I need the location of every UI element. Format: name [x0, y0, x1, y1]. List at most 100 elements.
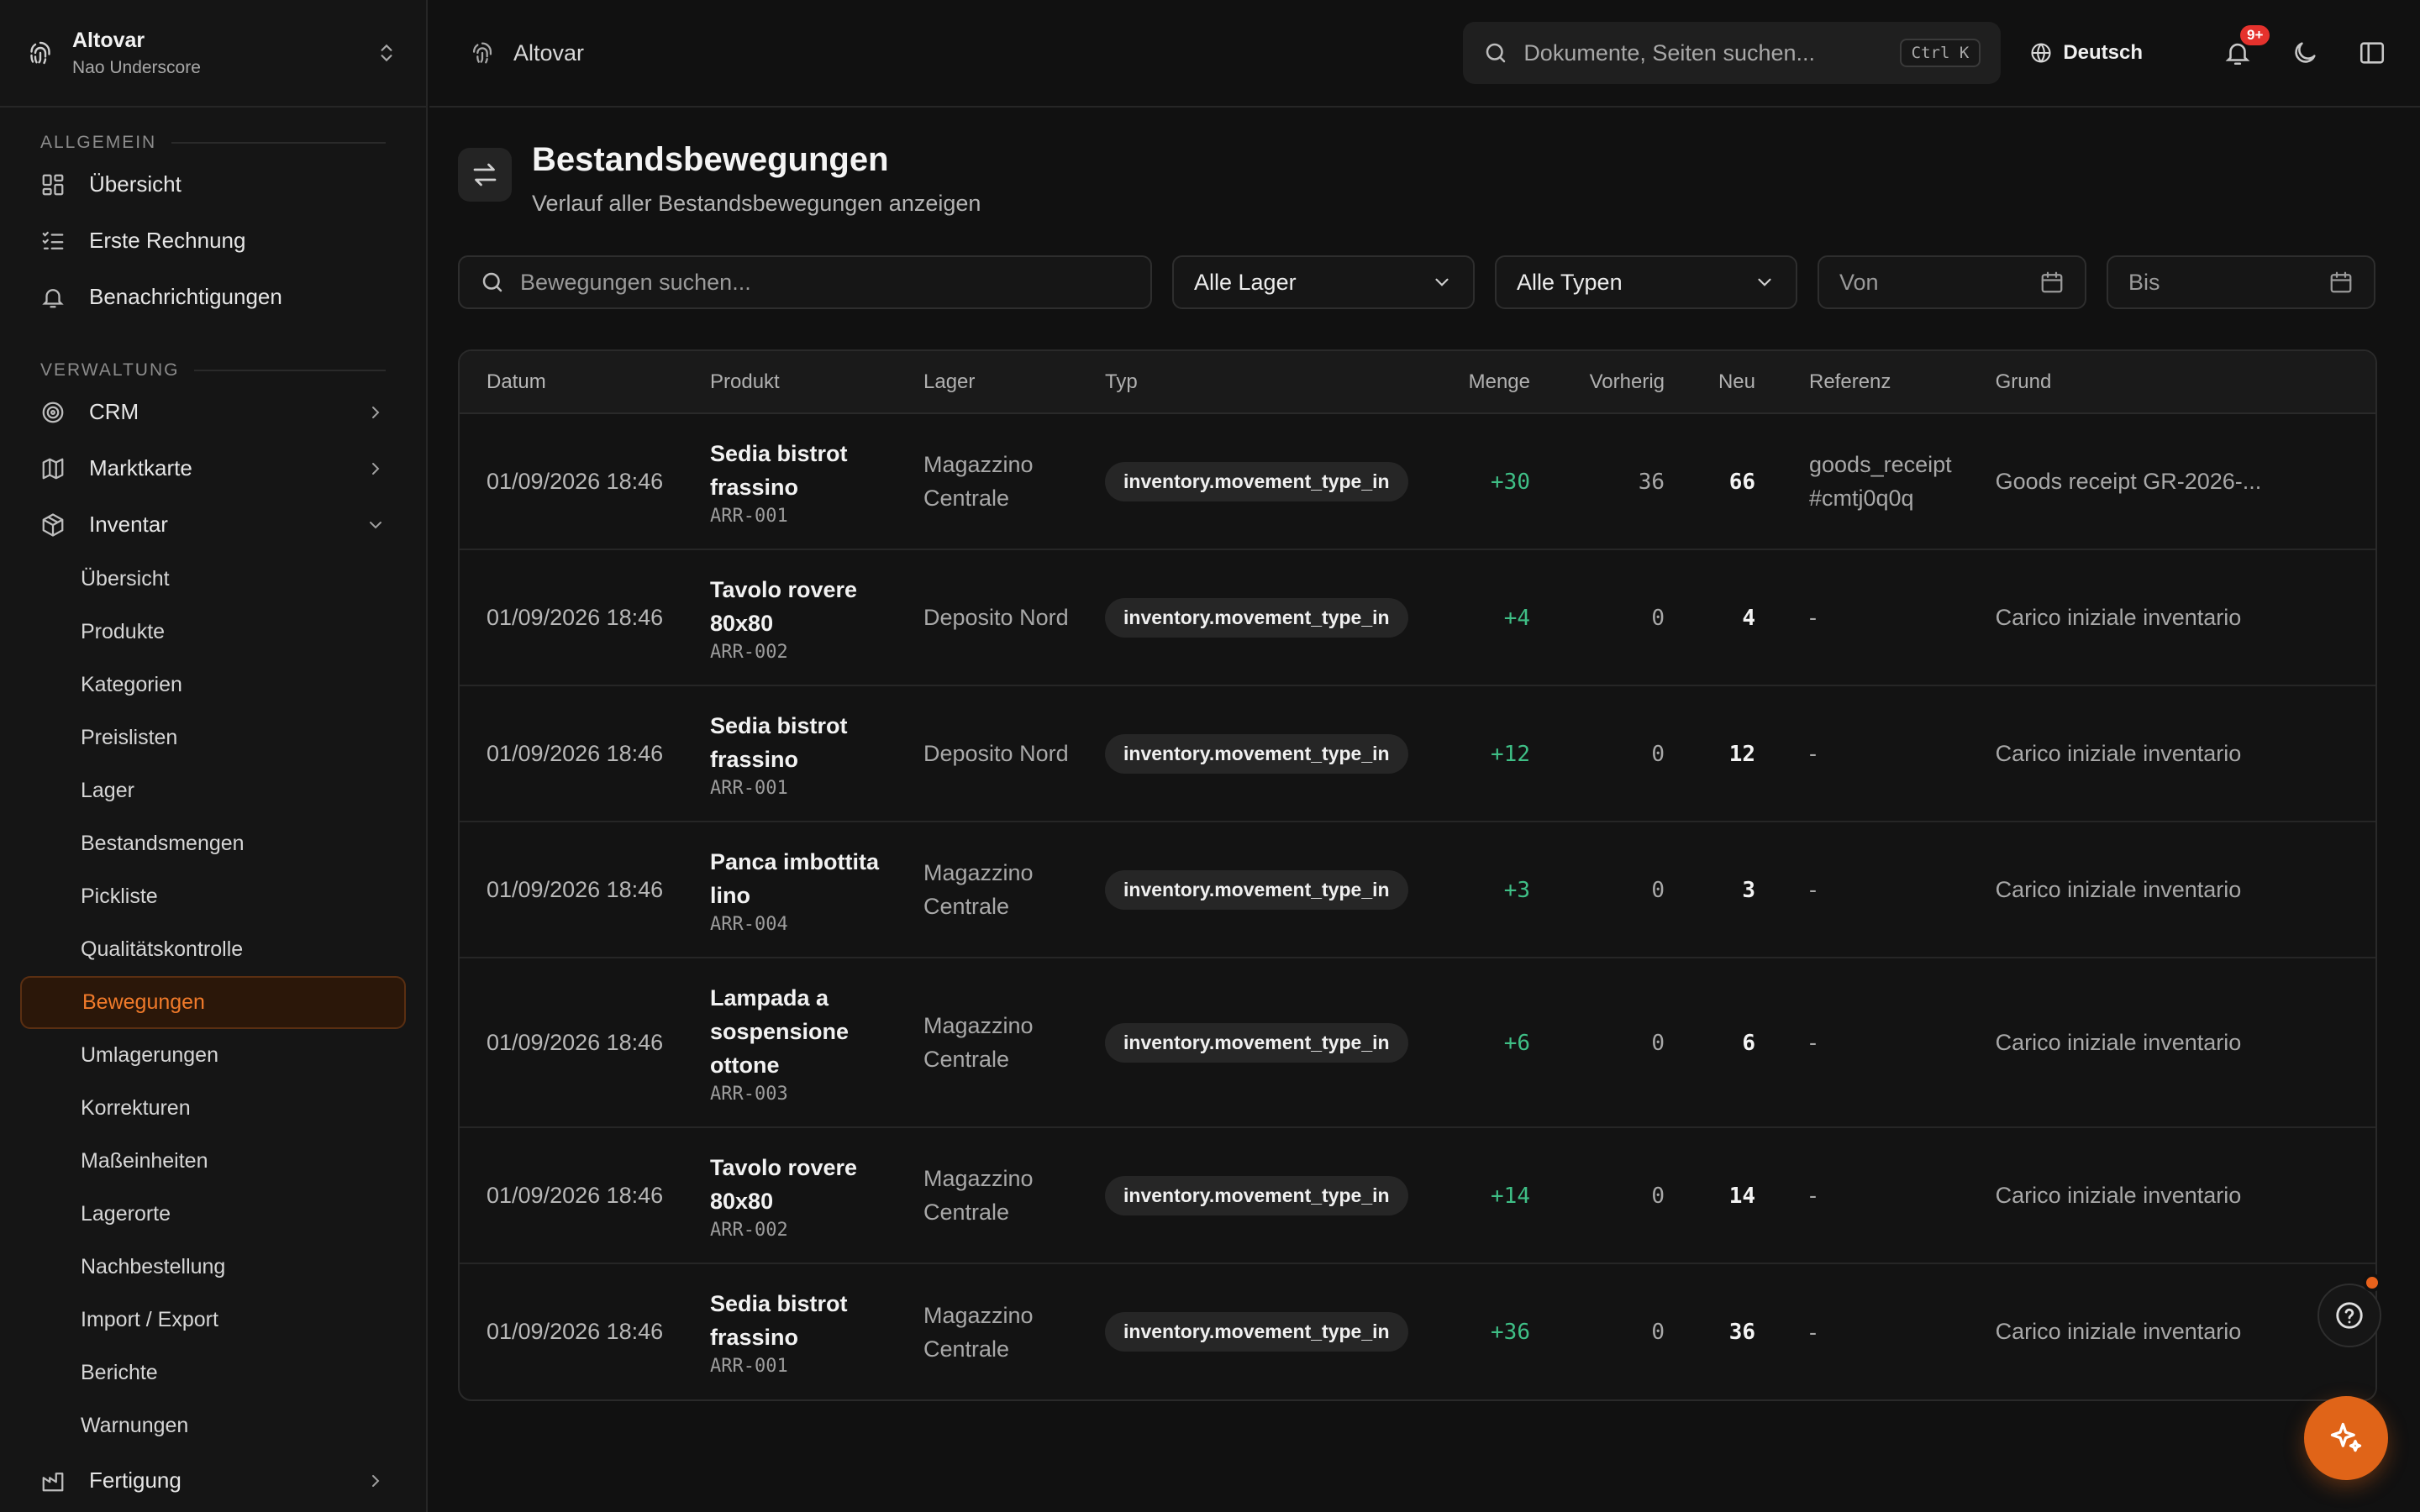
calendar-icon	[2039, 270, 2065, 295]
search-placeholder: Bewegungen suchen...	[520, 269, 751, 295]
movement-type-badge: inventory.movement_type_in	[1105, 1312, 1408, 1352]
sidebar-item-label: Fertigung	[89, 1467, 182, 1493]
sidebar-subitem-stock-levels[interactable]: Bestandsmengen	[20, 817, 406, 870]
product-name[interactable]: Sedia bistrot frassino	[710, 437, 923, 504]
sidebar-subitem-import-export[interactable]: Import / Export	[20, 1294, 406, 1347]
movement-search-input[interactable]: Bewegungen suchen...	[458, 255, 1152, 309]
section-label-admin: VERWALTUNG	[0, 357, 426, 384]
sidebar-toggle-button[interactable]	[2358, 39, 2386, 67]
cell-new: 66	[1665, 413, 1755, 550]
cell-reason: Carico iniziale inventario	[1985, 685, 2375, 822]
table-row[interactable]: 01/09/2026 18:46 Sedia bistrot frassino AR…	[460, 413, 2375, 550]
reason-text: Carico iniziale inventario	[1995, 1029, 2242, 1055]
new-value: 66	[1728, 469, 1755, 495]
sidebar-item-overview[interactable]: Übersicht	[20, 156, 406, 213]
fingerprint-icon	[25, 38, 55, 68]
cell-quantity: +30	[1439, 413, 1530, 550]
global-search-input[interactable]: Dokumente, Seiten suchen... Ctrl K	[1463, 22, 2002, 84]
type-select[interactable]: Alle Typen	[1495, 255, 1797, 309]
sidebar-subitem-reorder[interactable]: Nachbestellung	[20, 1241, 406, 1294]
sidebar-subitem-adjustments[interactable]: Korrekturen	[20, 1082, 406, 1135]
column-header-product[interactable]: Produkt	[710, 351, 923, 414]
column-header-reference[interactable]: Referenz	[1755, 351, 1986, 414]
sidebar-item-label: Erste Rechnung	[89, 228, 246, 253]
product-name[interactable]: Panca imbottita lino	[710, 845, 923, 912]
ai-assistant-button[interactable]	[2304, 1396, 2388, 1480]
chevron-down-icon	[366, 515, 386, 535]
sidebar-subitem-transfers[interactable]: Umlagerungen	[20, 1029, 406, 1082]
column-header-warehouse[interactable]: Lager	[923, 351, 1105, 414]
sidebar-subitem-locations[interactable]: Lagerorte	[20, 1188, 406, 1241]
column-header-previous[interactable]: Vorherig	[1530, 351, 1665, 414]
more-nav: Fertigung	[0, 1452, 426, 1509]
sidebar-subitem-overview[interactable]: Übersicht	[20, 553, 406, 606]
cell-type: inventory.movement_type_in	[1105, 822, 1439, 958]
sidebar-item-crm[interactable]: CRM	[20, 384, 406, 440]
language-switcher[interactable]: Deutsch	[2029, 41, 2143, 65]
inventory-sub-nav: Übersicht Produkte Kategorien Preisliste…	[0, 553, 426, 1452]
cell-reason: Carico iniziale inventario	[1985, 822, 2375, 958]
sidebar-subitem-reports[interactable]: Berichte	[20, 1347, 406, 1399]
movement-type-badge: inventory.movement_type_in	[1105, 597, 1408, 638]
breadcrumb-app-name[interactable]: Altovar	[513, 40, 1463, 66]
moon-icon	[2291, 39, 2319, 67]
sidebar-subitem-movements[interactable]: Bewegungen	[20, 976, 406, 1029]
product-name[interactable]: Sedia bistrot frassino	[710, 1287, 923, 1354]
product-name[interactable]: Lampada a sospensione ottone	[710, 981, 923, 1082]
help-circle-icon	[2333, 1299, 2365, 1331]
topbar: Altovar Dokumente, Seiten suchen... Ctrl…	[429, 0, 2420, 108]
table-row[interactable]: 01/09/2026 18:46 Panca imbottita lino ARR-…	[460, 822, 2375, 958]
cell-product: Panca imbottita lino ARR-004	[710, 822, 923, 958]
table-row[interactable]: 01/09/2026 18:46 Lampada a sospensione ot…	[460, 958, 2375, 1128]
sidebar-subitem-price-lists[interactable]: Preislisten	[20, 711, 406, 764]
product-name[interactable]: Tavolo rovere 80x80	[710, 1151, 923, 1218]
notifications-button[interactable]: 9+	[2223, 25, 2270, 67]
user-name: Nao Underscore	[72, 57, 201, 77]
column-header-date[interactable]: Datum	[460, 351, 710, 414]
previous-value: 0	[1651, 605, 1665, 631]
date-to-field[interactable]: Bis	[2107, 255, 2375, 309]
help-button[interactable]	[2317, 1284, 2381, 1347]
sidebar-subitem-products[interactable]: Produkte	[20, 606, 406, 659]
sidebar-item-market-map[interactable]: Marktkarte	[20, 440, 406, 496]
new-value: 6	[1742, 1030, 1755, 1056]
column-header-new[interactable]: Neu	[1665, 351, 1755, 414]
column-header-reason[interactable]: Grund	[1985, 351, 2375, 414]
cell-previous: 0	[1530, 822, 1665, 958]
sidebar-subitem-units[interactable]: Maßeinheiten	[20, 1135, 406, 1188]
table-row[interactable]: 01/09/2026 18:46 Sedia bistrot frassino AR…	[460, 685, 2375, 822]
sidebar-subitem-quality-control[interactable]: Qualitätskontrolle	[20, 923, 406, 976]
cell-previous: 0	[1530, 685, 1665, 822]
cell-quantity: +12	[1439, 685, 1530, 822]
cell-new: 3	[1665, 822, 1755, 958]
sidebar-subitem-alerts[interactable]: Warnungen	[20, 1399, 406, 1452]
chevron-down-icon	[1754, 271, 1776, 293]
sidebar-item-first-invoice[interactable]: Erste Rechnung	[20, 213, 406, 269]
date-from-field[interactable]: Von	[1818, 255, 2086, 309]
warehouse-select[interactable]: Alle Lager	[1172, 255, 1475, 309]
table-row[interactable]: 01/09/2026 18:46 Tavolo rovere 80x80 ARR-0…	[460, 549, 2375, 686]
cell-warehouse: Magazzino Centrale	[923, 1127, 1105, 1264]
column-header-quantity[interactable]: Menge	[1439, 351, 1530, 414]
product-sku: ARR-001	[710, 1356, 788, 1377]
sidebar-subitem-warehouses[interactable]: Lager	[20, 764, 406, 817]
chevron-right-icon	[366, 1471, 386, 1491]
org-switcher[interactable]: Altovar Nao Underscore	[0, 0, 426, 108]
sidebar-subitem-categories[interactable]: Kategorien	[20, 659, 406, 711]
sidebar-item-notifications[interactable]: Benachrichtigungen	[20, 269, 406, 325]
page-header: Bestandsbewegungen Verlauf aller Bestand…	[458, 138, 2420, 217]
table-header-row: Datum Produkt Lager Typ Menge Vorherig N…	[460, 351, 2375, 414]
cell-new: 36	[1665, 1263, 1755, 1399]
product-name[interactable]: Sedia bistrot frassino	[710, 709, 923, 776]
calendar-icon	[2328, 270, 2354, 295]
sidebar-item-manufacturing[interactable]: Fertigung	[20, 1452, 406, 1509]
table-row[interactable]: 01/09/2026 18:46 Sedia bistrot frassino AR…	[460, 1263, 2375, 1399]
sidebar-subitem-pick-list[interactable]: Pickliste	[20, 870, 406, 923]
product-name[interactable]: Tavolo rovere 80x80	[710, 573, 923, 640]
table-row[interactable]: 01/09/2026 18:46 Tavolo rovere 80x80 ARR-0…	[460, 1127, 2375, 1264]
chevron-down-icon	[1431, 271, 1453, 293]
cell-product: Sedia bistrot frassino ARR-001	[710, 685, 923, 822]
column-header-type[interactable]: Typ	[1105, 351, 1439, 414]
theme-toggle-button[interactable]	[2291, 39, 2319, 67]
sidebar-item-inventory[interactable]: Inventar	[20, 496, 406, 553]
